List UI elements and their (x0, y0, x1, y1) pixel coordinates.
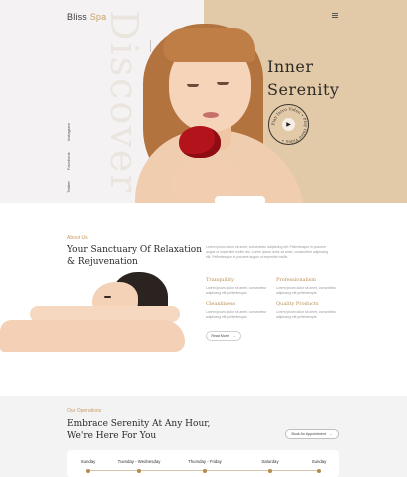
brand-name: Bliss (67, 12, 88, 22)
timeline-dot (86, 468, 90, 473)
brand-accent: Spa (89, 12, 107, 22)
social-link-twitter[interactable]: Twitter (66, 181, 76, 193)
day-label: Sunday (80, 459, 96, 464)
hero-section: Discover Bliss Spa Twitter Facebook Inst… (0, 0, 407, 203)
hamburger-menu-icon[interactable] (332, 13, 338, 18)
feature-cleanliness: Cleanliness Lorem ipsum dolor sit amet, … (206, 301, 270, 320)
feature-title: Tranquility (206, 277, 234, 283)
feature-text: Lorem ipsum dolor sit amet, consectetur … (206, 286, 267, 295)
feature-text: Lorem ipsum dolor sit amet, consectetur … (276, 310, 337, 319)
brand-logo[interactable]: Bliss Spa (67, 12, 106, 22)
timeline-dot (268, 468, 272, 473)
social-link-instagram[interactable]: Instagram (66, 123, 76, 141)
feature-professionalism: Professionalism Lorem ipsum dolor sit am… (276, 277, 340, 296)
feature-title: Cleanliness (206, 301, 236, 307)
social-links: Twitter Facebook Instagram (66, 123, 76, 193)
read-more-button[interactable]: Read More → (206, 331, 241, 341)
day-label: Saturday (261, 459, 279, 464)
book-appointment-label: Book An Appointment (291, 432, 326, 436)
feature-text: Lorem ipsum dolor sit amet, consectetur … (276, 286, 337, 295)
play-icon[interactable]: ▶ (282, 118, 295, 131)
hero-title-line1: Inner (267, 57, 314, 76)
timeline-dot (137, 468, 141, 473)
feature-title: Quality Products (276, 301, 319, 307)
about-title: Your Sanctuary Of Relaxation & Rejuvenat… (67, 245, 202, 267)
arrow-right-icon: → (232, 334, 236, 338)
feature-title: Professionalism (276, 277, 317, 283)
feature-text: Lorem ipsum dolor sit amet, consectetur … (206, 310, 267, 319)
arrow-right-icon: → (328, 432, 333, 436)
about-eyebrow: About Us (67, 235, 88, 241)
feature-tranquility: Tranquility Lorem ipsum dolor sit amet, … (206, 277, 270, 296)
day-label: Thursday - Friday (188, 459, 222, 464)
reclining-woman-image (0, 270, 185, 365)
rose-image (179, 126, 221, 158)
social-link-facebook[interactable]: Facebook (66, 152, 76, 170)
book-appointment-button[interactable]: Book An Appointment → (285, 429, 339, 439)
timeline-dot (317, 468, 321, 473)
timeline-dot (203, 468, 207, 473)
schedule-card: Sunday Tuesday - Wednesday Thursday - Fr… (67, 450, 339, 477)
day-label: Tuesday - Wednesday (117, 459, 161, 464)
operations-eyebrow: Our Operations (67, 408, 102, 414)
play-video-badge[interactable]: Play Intro Video • Play Intro Video • ▶ (268, 104, 309, 145)
about-description: Lorem ipsum dolor sit amet, consectetur … (206, 245, 328, 259)
feature-quality-products: Quality Products Lorem ipsum dolor sit a… (276, 301, 340, 320)
hero-title: Inner Serenity (267, 55, 339, 101)
hero-title-line2: Serenity (267, 80, 340, 99)
day-label: Sunday (311, 459, 327, 464)
read-more-label: Read More (211, 334, 230, 338)
operations-title: Embrace Serenity At Any Hour, We're Here… (67, 419, 211, 441)
